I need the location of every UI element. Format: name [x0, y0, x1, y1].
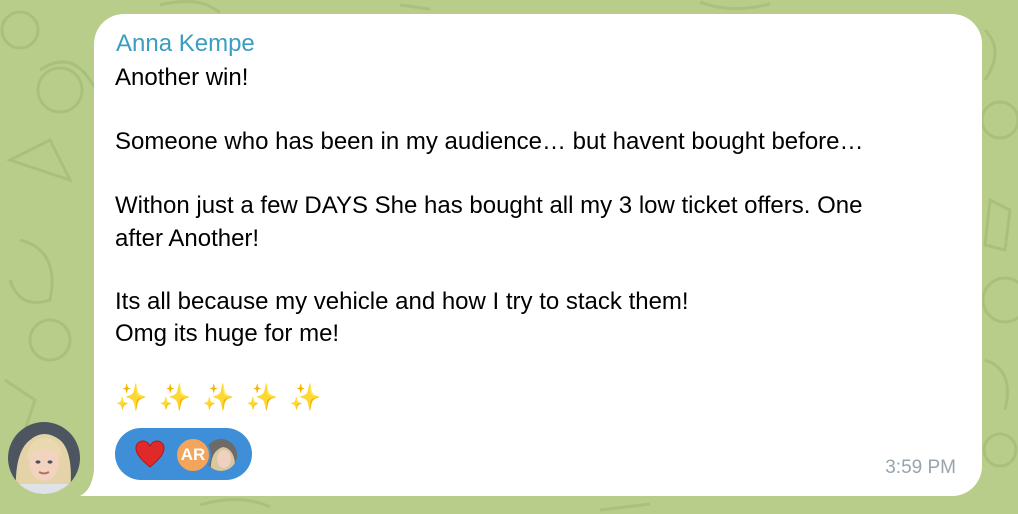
message-line: Its all because my vehicle and how I try…: [115, 288, 689, 315]
heart-icon: [135, 440, 165, 468]
message-line: Someone who has been in my audience… but…: [115, 128, 864, 155]
sparkles-emoji: ✨ ✨ ✨ ✨ ✨: [115, 382, 324, 412]
message-timestamp: 3:59 PM: [885, 457, 956, 478]
message-line: Omg its huge for me!: [115, 320, 340, 347]
sender-name[interactable]: Anna Kempe: [116, 30, 255, 58]
message-line: after Another!: [115, 225, 260, 252]
sender-avatar[interactable]: [8, 422, 80, 494]
message-line: Another win!: [115, 64, 249, 91]
heart-reaction-button[interactable]: AR: [115, 428, 252, 480]
reactor-avatar-initials: AR: [175, 437, 211, 473]
message-line: Withon just a few DAYS She has bought al…: [115, 192, 863, 219]
